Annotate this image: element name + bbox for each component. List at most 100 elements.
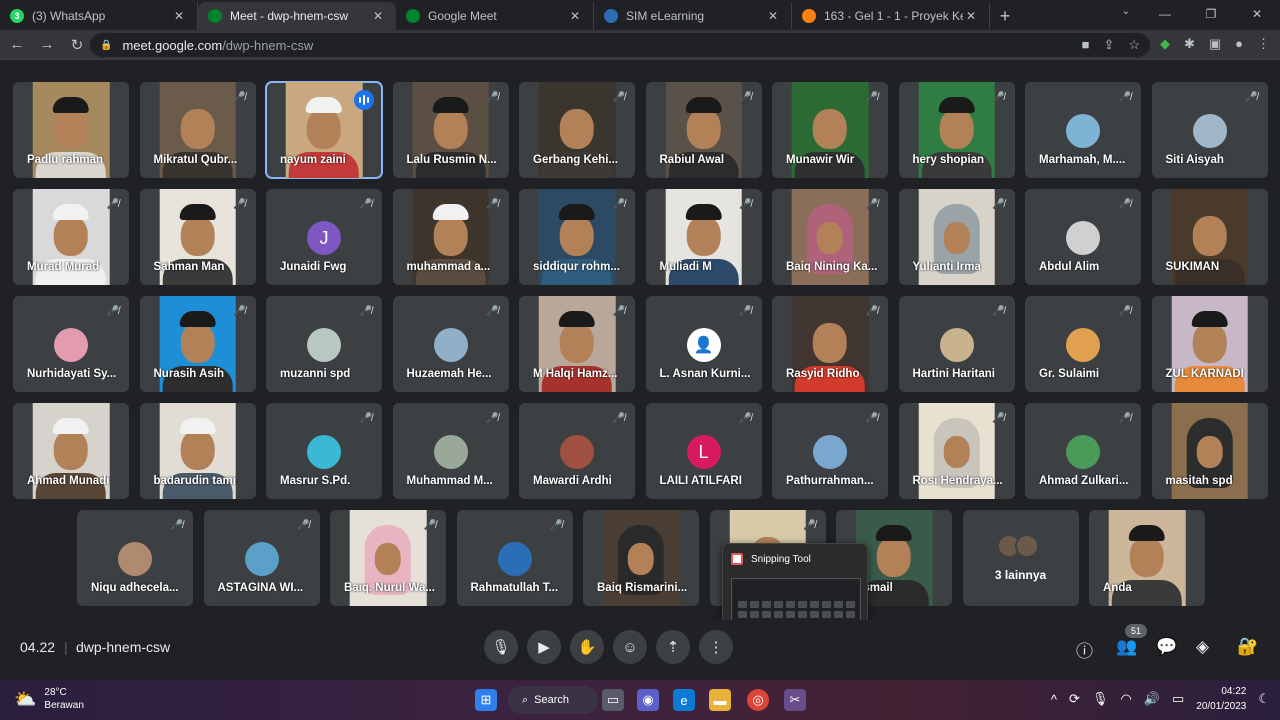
participant-tile[interactable]: 🎤̸ Lalu Rusmin N...	[392, 82, 509, 178]
participant-tile[interactable]: 🎤̸ muhammad a...	[392, 189, 509, 285]
browser-tab[interactable]: Meet - dwp-hnem-csw ✕	[198, 2, 396, 30]
camera-button[interactable]: ▶	[527, 630, 561, 664]
weather-widget[interactable]: ⛅ 28°C Berawan	[14, 686, 84, 712]
participant-tile[interactable]: Anda	[1089, 510, 1205, 606]
close-window-icon[interactable]: ✕	[1234, 0, 1280, 28]
share-icon[interactable]: ⇪	[1103, 37, 1114, 53]
participant-tile[interactable]: 🎤̸ Nurasih Asih	[139, 296, 256, 392]
participant-tile[interactable]: Ahmad Munadi	[13, 403, 129, 499]
participant-tile[interactable]: 🎤̸ Muliadi M	[645, 189, 762, 285]
tab-search-icon[interactable]: ⌄	[1122, 6, 1130, 17]
participant-tile[interactable]: 🎤̸ Sahman Man	[139, 189, 256, 285]
participant-tile[interactable]: 🎤̸ Yulianti Irma	[898, 189, 1015, 285]
activities-icon[interactable]: ◈	[1196, 637, 1209, 657]
participant-tile[interactable]: 🎤̸ Muhammad M...	[392, 403, 509, 499]
participant-tile[interactable]: 🎤̸ muzanni spd	[266, 296, 382, 392]
teams-chat-icon[interactable]: ◉	[637, 689, 659, 711]
sync-icon[interactable]: ⟳	[1069, 691, 1080, 707]
participant-tile[interactable]: 🎤̸ M Halqi Hamz...	[519, 296, 635, 392]
extensions-puzzle-icon[interactable]: ✱	[1184, 36, 1195, 52]
participant-tile[interactable]: 🎤̸ Baiq Nining Ka...	[772, 189, 888, 285]
back-icon[interactable]: ←	[4, 36, 30, 53]
participant-tile[interactable]: Padlu rahman	[13, 82, 129, 178]
taskbar-search[interactable]: ⌕ Search	[508, 686, 598, 714]
side-panel-icon[interactable]: ▣	[1209, 36, 1221, 52]
host-controls-icon[interactable]: 🔐	[1237, 637, 1258, 657]
microphone-button[interactable]: 🎙	[484, 630, 518, 664]
close-tab-icon[interactable]: ✕	[370, 9, 386, 23]
participant-tile[interactable]: 🎤̸ Mikratul Qubr...	[139, 82, 256, 178]
maximize-icon[interactable]: ❐	[1188, 0, 1234, 28]
browser-tab[interactable]: 163 - Gel 1 - 1 - Proyek Kepemim✕	[792, 2, 990, 30]
participant-tile[interactable]: 🎤̸ Munawir Wir	[772, 82, 888, 178]
participant-tile[interactable]: L 🎤̸ LAILI ATILFARI	[645, 403, 762, 499]
reactions-button[interactable]: ☺	[613, 630, 647, 664]
clock[interactable]: 04:22 20/01/2023	[1196, 684, 1246, 714]
meeting-details-icon[interactable]: ⓘ	[1076, 637, 1093, 662]
more-participants-tile[interactable]: 3 lainnya	[962, 510, 1079, 606]
close-tab-icon[interactable]: ✕	[765, 9, 781, 23]
participant-tile[interactable]: badarudin tami	[139, 403, 256, 499]
participant-tile[interactable]: 🎤̸ Baiq. Nurul Wa...	[330, 510, 446, 606]
participant-tile[interactable]: 🎤̸ Gerbang Kehi...	[519, 82, 635, 178]
participant-tile[interactable]: 🎤̸ Siti Aisyah	[1151, 82, 1268, 178]
lock-icon[interactable]: 🔒	[100, 40, 112, 51]
participant-tile[interactable]: ZUL KARNADI	[1151, 296, 1268, 392]
browser-tab[interactable]: 3 (3) WhatsApp ✕	[0, 2, 198, 30]
browser-tab[interactable]: Google Meet ✕	[396, 2, 594, 30]
participant-tile[interactable]: 🎤̸ ASTAGINA WI...	[203, 510, 320, 606]
participant-tile[interactable]: 🎤̸ Abdul Alim	[1025, 189, 1141, 285]
forward-icon[interactable]: →	[34, 36, 60, 53]
participant-tile[interactable]: 🎤̸ hery shopian	[898, 82, 1015, 178]
volume-icon[interactable]: 🔊	[1144, 691, 1160, 707]
task-view-icon[interactable]: ▭	[602, 689, 624, 711]
participant-tile[interactable]: 🎤̸ Marhamah, M....	[1025, 82, 1141, 178]
participant-tile[interactable]: 🎤̸ Huzaemah He...	[392, 296, 509, 392]
participant-tile[interactable]: 🎤̸ Mawardi Ardhi	[519, 403, 635, 499]
notification-icon[interactable]: ☾	[1258, 691, 1270, 707]
close-tab-icon[interactable]: ✕	[963, 9, 979, 23]
participant-tile[interactable]: 🎤̸ Masrur S.Pd.	[266, 403, 382, 499]
new-tab-icon[interactable]: +	[990, 2, 1020, 30]
profile-avatar-icon[interactable]: ●	[1235, 36, 1243, 52]
participant-tile[interactable]: 🎤̸ Rabiul Awal	[645, 82, 762, 178]
wifi-icon[interactable]: ◠	[1120, 691, 1131, 707]
chrome-icon[interactable]: ◎	[747, 689, 769, 711]
show-hidden-icons-icon[interactable]: ^	[1051, 692, 1057, 707]
participant-tile[interactable]: 👤 🎤̸ L. Asnan Kurni...	[645, 296, 762, 392]
edge-browser-icon[interactable]: e	[673, 689, 695, 711]
participant-tile[interactable]: masitah spd	[1151, 403, 1268, 499]
chat-icon[interactable]: 💬	[1156, 637, 1177, 657]
participant-tile[interactable]: 🎤̸ Niqu adhecela...	[77, 510, 193, 606]
participant-tile[interactable]: 🎤̸ siddiqur rohm...	[519, 189, 635, 285]
participant-tile[interactable]: 🎤̸ Murad Murad	[13, 189, 129, 285]
address-bar[interactable]: 🔒 meet.google.com/dwp-hnem-csw ■ ⇪ ☆	[90, 33, 1150, 57]
raise-hand-button[interactable]: ✋	[570, 630, 604, 664]
participant-tile[interactable]: 🎤̸ Rahmatullah T...	[456, 510, 573, 606]
participant-tile[interactable]: 🎤̸ Rosi Hendraya...	[898, 403, 1015, 499]
participant-tile[interactable]: 🎤̸ Ahmad Zulkari...	[1025, 403, 1141, 499]
participant-tile[interactable]: J 🎤̸ Junaidi Fwg	[266, 189, 382, 285]
participant-tile[interactable]: 🎤̸ Rasyid Ridho	[772, 296, 888, 392]
participant-tile[interactable]: SUKIMAN	[1151, 189, 1268, 285]
minimize-icon[interactable]: —	[1142, 0, 1188, 28]
participant-tile[interactable]: nayum zaini	[265, 81, 383, 179]
browser-menu-icon[interactable]: ⋮	[1257, 36, 1270, 52]
close-tab-icon[interactable]: ✕	[567, 9, 583, 23]
browser-tab[interactable]: SIM eLearning ✕	[594, 2, 792, 30]
close-tab-icon[interactable]: ✕	[171, 9, 187, 23]
file-explorer-icon[interactable]: ▬	[709, 689, 731, 711]
participant-tile[interactable]: 🎤̸ Gr. Sulaimi	[1025, 296, 1141, 392]
present-screen-button[interactable]: ⇡	[656, 630, 690, 664]
people-icon[interactable]: 👥	[1116, 637, 1137, 657]
participant-tile[interactable]: 🎤̸ Hartini Haritani	[898, 296, 1015, 392]
start-windows-icon[interactable]: ⊞	[475, 689, 497, 711]
more-options-button[interactable]: ⋮	[699, 630, 733, 664]
participant-tile[interactable]: 🎤̸ Pathurrahman...	[772, 403, 888, 499]
reload-icon[interactable]: ↻	[64, 36, 90, 54]
camera-in-use-icon[interactable]: ■	[1082, 37, 1090, 53]
microphone-tray-icon[interactable]: 🎙	[1092, 691, 1109, 707]
extension-icon[interactable]: ◆	[1160, 36, 1170, 52]
snipping-tool-taskbar-icon[interactable]: ✂	[784, 689, 806, 711]
participant-tile[interactable]: Baiq Rismarini...	[583, 510, 699, 606]
